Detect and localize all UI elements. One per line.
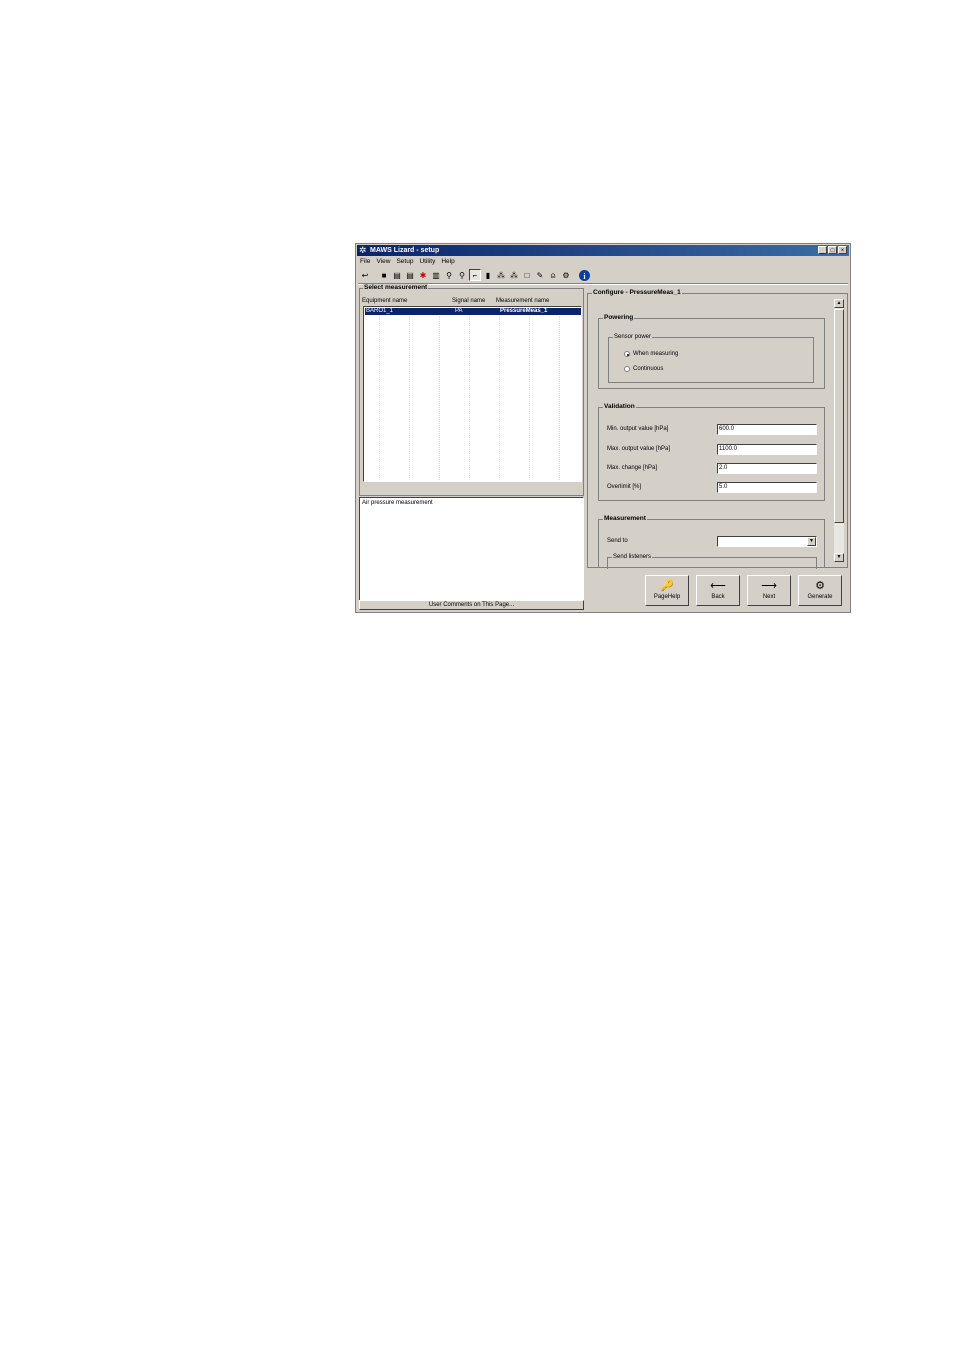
window-title: MAWS Lizard - setup [370, 247, 440, 254]
next-label: Next [762, 594, 776, 600]
walker2-icon[interactable]: ⚲ [456, 269, 468, 281]
radio-continuous[interactable]: Continuous [624, 365, 663, 373]
plot-icon[interactable]: ▥ [430, 269, 442, 281]
gears-icon: ⚙ [815, 580, 825, 592]
row-measurement: PressureMeas_1 [500, 308, 548, 314]
app-window: ✲ MAWS Lizard - setup _ □ × File View Se… [355, 243, 851, 613]
configure-group: Configure - PressureMeas_1 Powering Sens… [587, 289, 848, 569]
minimize-button[interactable]: _ [818, 246, 827, 254]
send-to-value [718, 538, 719, 544]
radio-unchecked-icon [624, 366, 630, 372]
bell-icon[interactable]: ⍝ [547, 269, 559, 281]
radio-label: When measuring [633, 351, 679, 357]
next-button[interactable]: ⟶ Next [747, 575, 791, 606]
generate-label: Generate [807, 594, 833, 600]
table-row[interactable]: BARO1_1 PA PressureMeas_1 [365, 308, 581, 315]
menu-bar: File View Setup Utility Help [360, 257, 455, 266]
pen-icon[interactable]: ✎ [534, 269, 546, 281]
sensor-icon[interactable]: ✱ [417, 269, 429, 281]
measurement-list[interactable]: BARO1_1 PA PressureMeas_1 [363, 306, 582, 482]
validation-title: Validation [603, 403, 636, 411]
configure-title: Configure - PressureMeas_1 [592, 289, 682, 297]
validation-group: Validation Min. output value [hPa] 600.0… [598, 403, 825, 501]
page-icon[interactable]: □ [521, 269, 533, 281]
scroll-thumb[interactable] [834, 309, 844, 523]
send-to-dropdown[interactable]: ▼ [717, 536, 817, 547]
gear-icon[interactable]: ⚙ [560, 269, 572, 281]
send-listeners-group: Send listeners [607, 553, 817, 569]
select-measurement-group: Select measurement Equipment name Signal… [359, 284, 584, 496]
select-measurement-title: Select measurement [363, 284, 429, 292]
arrow-right-icon: ⟶ [761, 580, 777, 592]
title-bar[interactable]: ✲ MAWS Lizard - setup _ □ × [357, 245, 849, 256]
scroll-up-icon[interactable]: ▲ [834, 299, 844, 308]
radio-label: Continuous [633, 366, 664, 372]
back-label: Back [711, 594, 725, 600]
overlimit-label: Overlimit [%] [607, 484, 642, 490]
col-measurement-name[interactable]: Measurement name [496, 298, 549, 305]
max-output-label: Max. output value [hPa] [607, 446, 671, 452]
radio-when-measuring[interactable]: When measuring [624, 350, 678, 358]
user-comment-box[interactable]: Air pressure measurement [359, 497, 584, 601]
help-icon: 🔑 [660, 580, 674, 592]
tower-icon[interactable]: ▮ [482, 269, 494, 281]
min-output-label: Min. output value [hPa] [607, 426, 669, 432]
walker-icon[interactable]: ⚲ [443, 269, 455, 281]
send-to-label: Send to [607, 538, 628, 544]
dev1-icon[interactable]: ▤ [391, 269, 403, 281]
overlimit-input[interactable]: 5.0 [717, 482, 817, 493]
pagehelp-button[interactable]: 🔑 PageHelp [645, 575, 689, 606]
menu-view[interactable]: View [376, 257, 390, 266]
toolbar: ↩ ■ ▤ ▤ ✱ ▥ ⚲ ⚲ ⌐ ▮ ⁂ ⁂ □ ✎ ⍝ ⚙ i [359, 268, 847, 282]
toolbar-divider [358, 283, 848, 285]
menu-help[interactable]: Help [441, 257, 454, 266]
measurement-group: Measurement Send to ▼ Send listeners [598, 515, 825, 569]
back-button[interactable]: ⟵ Back [696, 575, 740, 606]
vertical-scrollbar[interactable]: ▲ ▼ [834, 299, 844, 562]
generate-button[interactable]: ⚙ Generate [798, 575, 842, 606]
chevron-down-icon[interactable]: ▼ [807, 537, 816, 546]
sensor-power-group: Sensor power When measuring Continuous [608, 333, 814, 383]
menu-utility[interactable]: Utility [419, 257, 435, 266]
pagehelp-label: PageHelp [653, 594, 681, 600]
user-comments-button[interactable]: User Comments on This Page... [359, 600, 584, 610]
row-signal: PA [455, 308, 463, 314]
maximize-button[interactable]: □ [828, 246, 837, 254]
stop-icon[interactable]: ■ [378, 269, 390, 281]
max-output-input[interactable]: 1100.0 [717, 444, 817, 455]
row-equipment: BARO1_1 [366, 308, 394, 314]
sensor-power-title: Sensor power [613, 333, 653, 341]
network2-icon[interactable]: ⁂ [508, 269, 520, 281]
arrow-left-icon: ⟵ [710, 580, 726, 592]
dev2-icon[interactable]: ▤ [404, 269, 416, 281]
max-change-input[interactable]: 2.0 [717, 463, 817, 474]
min-output-input[interactable]: 600.0 [717, 424, 817, 435]
comment-text: Air pressure measurement [362, 500, 433, 506]
scroll-down-icon[interactable]: ▼ [834, 553, 844, 562]
menu-file[interactable]: File [360, 257, 370, 266]
col-signal-name[interactable]: Signal name [452, 298, 485, 305]
network-icon[interactable]: ⁂ [495, 269, 507, 281]
info-icon[interactable]: i [579, 269, 590, 281]
close-button[interactable]: × [838, 246, 847, 254]
chart-icon[interactable]: ⌐ [469, 269, 481, 281]
app-logo-icon: ✲ [359, 245, 367, 255]
powering-group: Powering Sensor power When measuring Con… [598, 314, 825, 389]
col-equipment-name[interactable]: Equipment name [362, 298, 407, 305]
menu-setup[interactable]: Setup [396, 257, 413, 266]
radio-checked-icon [624, 351, 630, 357]
powering-title: Powering [603, 314, 635, 322]
measurement-title: Measurement [603, 515, 647, 523]
undo-icon[interactable]: ↩ [359, 269, 371, 281]
max-change-label: Max. change [hPa] [607, 465, 658, 471]
send-listeners-title: Send listeners [612, 553, 653, 561]
